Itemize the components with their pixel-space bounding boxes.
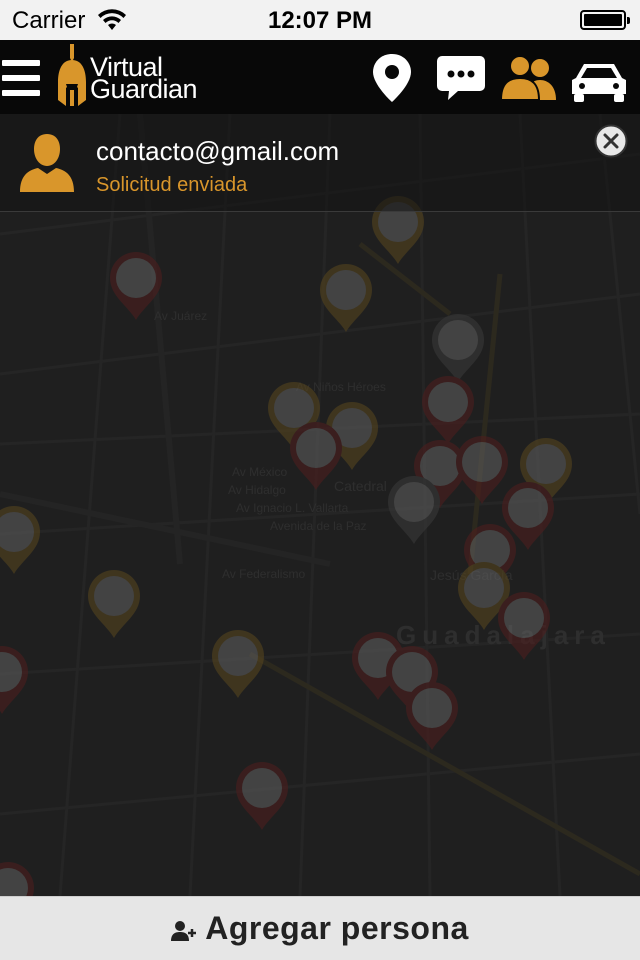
app-logo: Virtual Guardian — [90, 54, 198, 104]
car-icon[interactable] — [570, 58, 628, 106]
contacts-icon[interactable] — [500, 54, 558, 102]
add-person-label: Agregar persona — [205, 910, 469, 946]
person-avatar-icon — [20, 134, 74, 192]
contact-status: Solicitud enviada — [96, 174, 248, 196]
nav-bar: Virtual Guardian — [0, 40, 640, 114]
battery-icon — [580, 10, 630, 30]
location-pin-icon[interactable] — [370, 52, 414, 104]
remove-contact-button[interactable] — [594, 124, 628, 158]
chat-icon[interactable] — [436, 54, 486, 102]
add-person-icon — [171, 920, 197, 941]
status-time: 12:07 PM — [267, 7, 373, 34]
map-canvas: Guadalajara Catedral Jesús García Av Méx… — [0, 114, 640, 896]
map-view[interactable]: Guadalajara Catedral Jesús García Av Méx… — [0, 114, 640, 896]
helmet-logo-icon — [58, 44, 86, 106]
status-bar: Carrier 12:07 PM — [0, 0, 640, 40]
contact-card[interactable]: contacto@gmail.com Solicitud enviada — [0, 114, 640, 212]
add-person-button[interactable]: Agregar persona — [0, 896, 640, 960]
menu-icon[interactable] — [2, 58, 40, 98]
contact-email: contacto@gmail.com — [96, 136, 340, 166]
logo-line2: Guardian — [90, 74, 198, 104]
